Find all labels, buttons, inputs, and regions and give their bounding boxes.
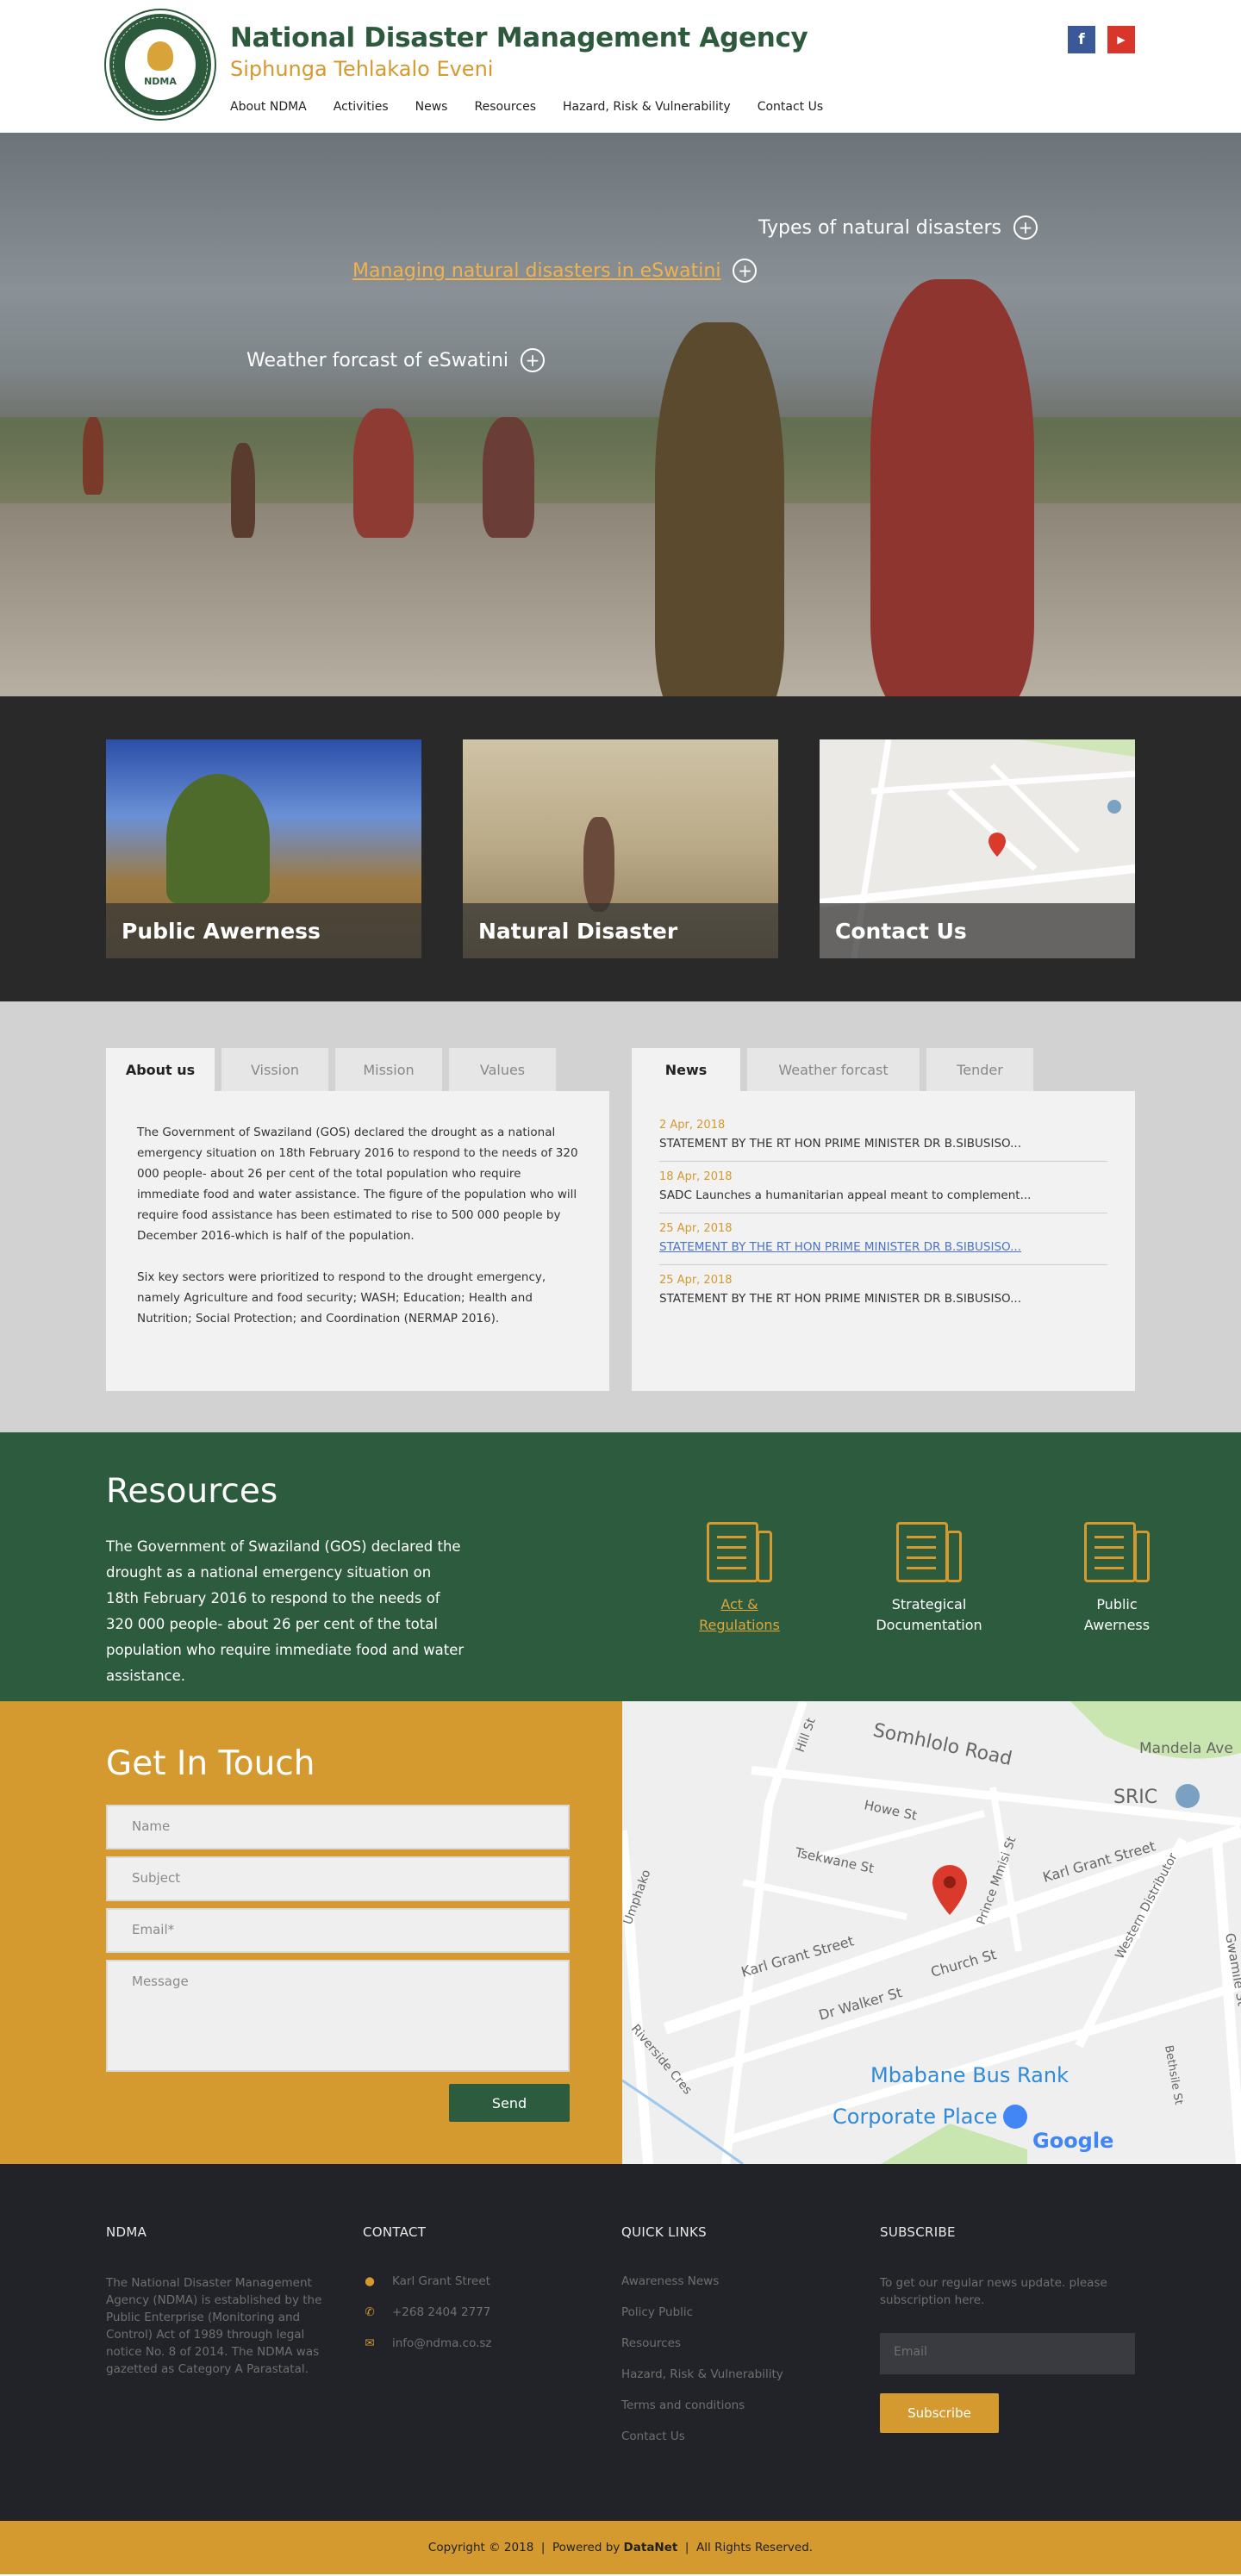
tab-news[interactable]: News [632,1048,740,1091]
about-panel: About us Vission Mission Values The Gove… [106,1048,609,1391]
datanet-link[interactable]: DataNet [624,2541,678,2554]
footer-subscribe-heading: SUBSCRIBE [880,2224,956,2240]
document-icon [1084,1522,1150,1582]
copyright-bar: Copyright © 2018 | Powered by DataNet | … [0,2521,1241,2574]
subscribe-button[interactable]: Subscribe [880,2393,999,2433]
subscribe-email-input[interactable]: Email [880,2333,1135,2374]
svg-text:SRIC: SRIC [1113,1787,1157,1808]
youtube-icon[interactable]: ▶ [1107,26,1135,53]
social-links: f ▶ [1068,26,1135,53]
email-field[interactable]: Email* [106,1908,570,1953]
nav-contact[interactable]: Contact Us [758,100,823,114]
footer-link[interactable]: Hazard, Risk & Vulnerability [621,2359,845,2390]
about-paragraph-1: The Government of Swaziland (GOS) declar… [137,1126,578,1243]
phone-icon: ✆ [365,2305,375,2319]
map-marker-icon [932,1865,967,1915]
tab-tender[interactable]: Tender [926,1048,1033,1091]
footer-link[interactable]: Terms and conditions [621,2390,845,2421]
ndma-logo[interactable]: NDMA [106,10,215,119]
plus-icon: + [521,348,546,372]
footer-address: ● Karl Grant Street [363,2266,587,2297]
nav-news[interactable]: News [415,100,448,114]
nav-about[interactable]: About NDMA [230,100,307,114]
footer-email[interactable]: ✉ info@ndma.co.sz [363,2328,587,2359]
hero-link-weather[interactable]: Weather forcast of eSwatini + [246,348,546,372]
subject-field[interactable]: Subject [106,1856,570,1901]
google-logo: Google [1032,2129,1113,2153]
footer-ndma-text: The National Disaster Management Agency … [106,2276,322,2376]
svg-text:Mbabane Bus Rank: Mbabane Bus Rank [870,2063,1069,2087]
emblem-icon [147,41,173,71]
location-icon: ● [365,2274,375,2288]
news-item[interactable]: 2 Apr, 2018 STATEMENT BY THE RT HON PRIM… [659,1110,1107,1162]
svg-text:Bethsile St: Bethsile St [1162,2044,1185,2105]
nav-activities[interactable]: Activities [334,100,389,114]
news-item[interactable]: 18 Apr, 2018 SADC Launches a humanitaria… [659,1162,1107,1213]
resource-strategical-documentation[interactable]: Strategical Documentation [856,1522,1002,1636]
resources-section: Resources The Government of Swaziland (G… [0,1432,1241,1701]
resource-act-regulations[interactable]: Act & Regulations [666,1522,813,1636]
facebook-icon[interactable]: f [1068,26,1095,53]
svg-text:Corporate Place: Corporate Place [833,2105,997,2129]
hero-banner: Types of natural disasters + Managing nat… [0,133,1241,696]
send-button[interactable]: Send [449,2084,570,2122]
location-map[interactable]: Somhlolo Road Mandela Ave Howe St Tsekwa… [622,1701,1241,2164]
footer-subscribe-text: To get our regular news update. please s… [880,2276,1107,2307]
footer-contact-heading: CONTACT [363,2224,427,2240]
tab-vission[interactable]: Vission [221,1048,328,1091]
feature-cards: Public Awerness Natural Disaster Contact… [0,696,1241,1001]
news-item[interactable]: 25 Apr, 2018 STATEMENT BY THE RT HON PRI… [659,1265,1107,1316]
footer-link[interactable]: Resources [621,2328,845,2359]
svg-text:Mandela Ave: Mandela Ave [1139,1740,1233,1757]
main-nav: About NDMA Activities News Resources Haz… [230,100,823,114]
resources-text: The Government of Swaziland (GOS) declar… [106,1538,465,1684]
site-title: National Disaster Management Agency [230,22,808,53]
info-tabs-section: About us Vission Mission Values The Gove… [0,1001,1241,1432]
footer-ndma-heading: NDMA [106,2224,147,2240]
name-field[interactable]: Name [106,1805,570,1849]
about-paragraph-2: Six key sectors were prioritized to resp… [137,1270,546,1325]
place-pin-icon [1176,1784,1200,1808]
site-subtitle: Siphunga Tehlakalo Eveni [230,57,494,81]
footer-link[interactable]: Awareness News [621,2266,845,2297]
svg-text:Church St: Church St [929,1946,998,1980]
plus-icon: + [1013,215,1038,240]
resource-public-awerness[interactable]: Public Awerness [1044,1522,1190,1636]
svg-text:Howe St: Howe St [863,1797,919,1824]
document-icon [896,1522,962,1582]
contact-section: Get In Touch Name Subject Email* Message… [0,1701,1241,2164]
tab-about-us[interactable]: About us [106,1048,215,1091]
resources-title: Resources [106,1472,278,1511]
card-public-awerness[interactable]: Public Awerness [106,739,421,958]
hero-link-types[interactable]: Types of natural disasters + [758,215,1038,240]
tab-weather-forcast[interactable]: Weather forcast [747,1048,920,1091]
plus-icon: + [733,259,758,283]
footer-quick-links-heading: QUICK LINKS [621,2224,707,2240]
tab-mission[interactable]: Mission [335,1048,442,1091]
message-field[interactable]: Message [106,1960,570,2072]
nav-hazard[interactable]: Hazard, Risk & Vulnerability [563,100,731,114]
footer-phone[interactable]: ✆ +268 2404 2777 [363,2297,587,2328]
tab-values[interactable]: Values [449,1048,556,1091]
document-icon [707,1522,772,1582]
news-panel: News Weather forcast Tender 2 Apr, 2018 … [632,1048,1135,1391]
footer-link[interactable]: Contact Us [621,2421,845,2452]
news-item[interactable]: 25 Apr, 2018 STATEMENT BY THE RT HON PRI… [659,1213,1107,1265]
nav-resources[interactable]: Resources [474,100,536,114]
mail-icon: ✉ [365,2336,375,2350]
site-footer: NDMA The National Disaster Management Ag… [0,2164,1241,2521]
site-header: NDMA National Disaster Management Agency… [0,0,1241,133]
hero-link-managing[interactable]: Managing natural disasters in eSwatini + [352,259,758,283]
contact-title: Get In Touch [106,1744,315,1783]
svg-text:Somhlolo Road: Somhlolo Road [871,1719,1014,1770]
card-contact-us[interactable]: Contact Us [820,739,1135,958]
card-natural-disaster[interactable]: Natural Disaster [463,739,778,958]
footer-link[interactable]: Policy Public [621,2297,845,2328]
